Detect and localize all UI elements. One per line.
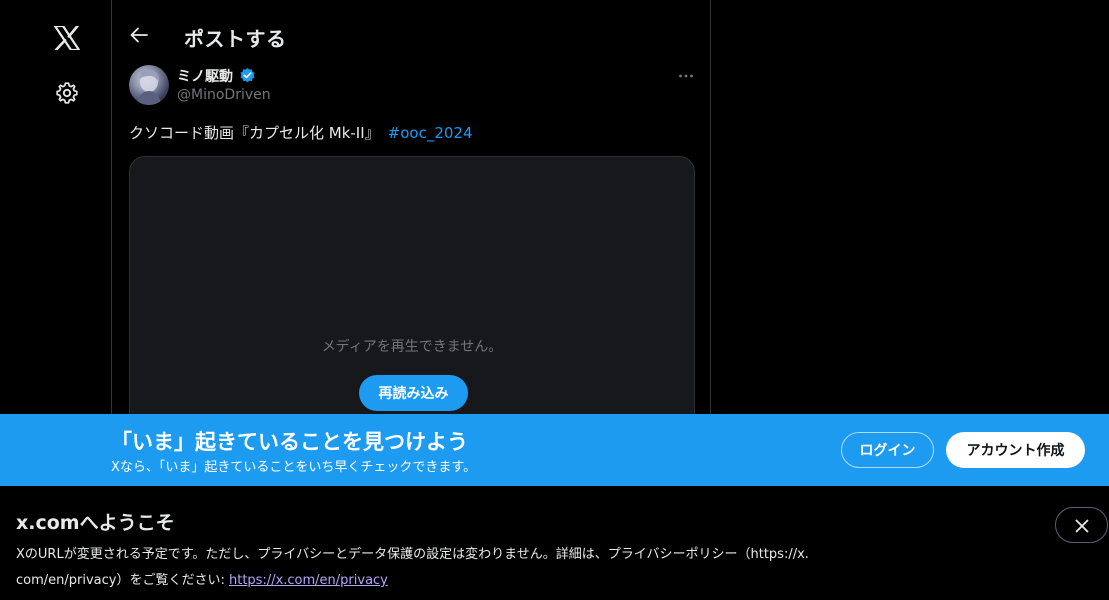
author-handle[interactable]: @MinoDriven: [177, 87, 271, 103]
notice-text-line2: com/en/privacy）をご覧ください:: [16, 573, 229, 588]
media-container: メディアを再生できません。 再読み込み: [129, 156, 695, 446]
close-icon: [1075, 519, 1089, 533]
page-title: ポストする: [184, 27, 287, 51]
reload-button[interactable]: 再読み込み: [359, 375, 468, 411]
page-header: ポストする: [112, 0, 710, 60]
banner-title: 「いま」起きていることを見つけよう: [111, 430, 468, 454]
banner-subtitle: Xなら、「いま」起きていることをいち早くチェックできます。: [111, 460, 477, 475]
hashtag-link[interactable]: #ooc_2024: [388, 124, 473, 142]
notice-title: x.comへようこそ: [16, 512, 175, 534]
privacy-link[interactable]: https://x.com/en/privacy: [229, 573, 388, 588]
notice-body: XのURLが変更される予定です。ただし、プライバシーとデータ保護の設定は変わりま…: [16, 542, 876, 594]
more-horizontal-icon[interactable]: [677, 67, 695, 85]
create-account-button[interactable]: アカウント作成: [946, 432, 1085, 468]
signup-banner: 「いま」起きていることを見つけよう Xなら、「いま」起きていることをいち早くチェ…: [0, 414, 1109, 486]
gear-icon[interactable]: [55, 81, 79, 105]
post-author: ミノ駆動 @MinoDriven: [129, 65, 699, 107]
post-body: クソコード動画『カプセル化 Mk-II』: [129, 124, 380, 142]
close-button[interactable]: [1055, 507, 1108, 543]
notice-text-line1: XのURLが変更される予定です。ただし、プライバシーとデータ保護の設定は変わりま…: [16, 547, 809, 562]
author-name[interactable]: ミノ駆動: [177, 66, 233, 86]
x-logo-icon[interactable]: [53, 24, 81, 52]
avatar[interactable]: [129, 65, 169, 105]
post-text: クソコード動画『カプセル化 Mk-II』 #ooc_2024: [129, 122, 473, 143]
login-button[interactable]: ログイン: [841, 432, 934, 468]
media-error-message: メディアを再生できません。: [321, 339, 503, 355]
arrow-left-icon[interactable]: [128, 24, 150, 46]
domain-notice: x.comへようこそ XのURLが変更される予定です。ただし、プライバシーとデー…: [0, 486, 1109, 600]
verified-badge-icon: [239, 67, 256, 84]
app-root: ポストする ミノ駆動 @MinoDriven クソコード動画『カプセル化 Mk-…: [0, 0, 1109, 600]
